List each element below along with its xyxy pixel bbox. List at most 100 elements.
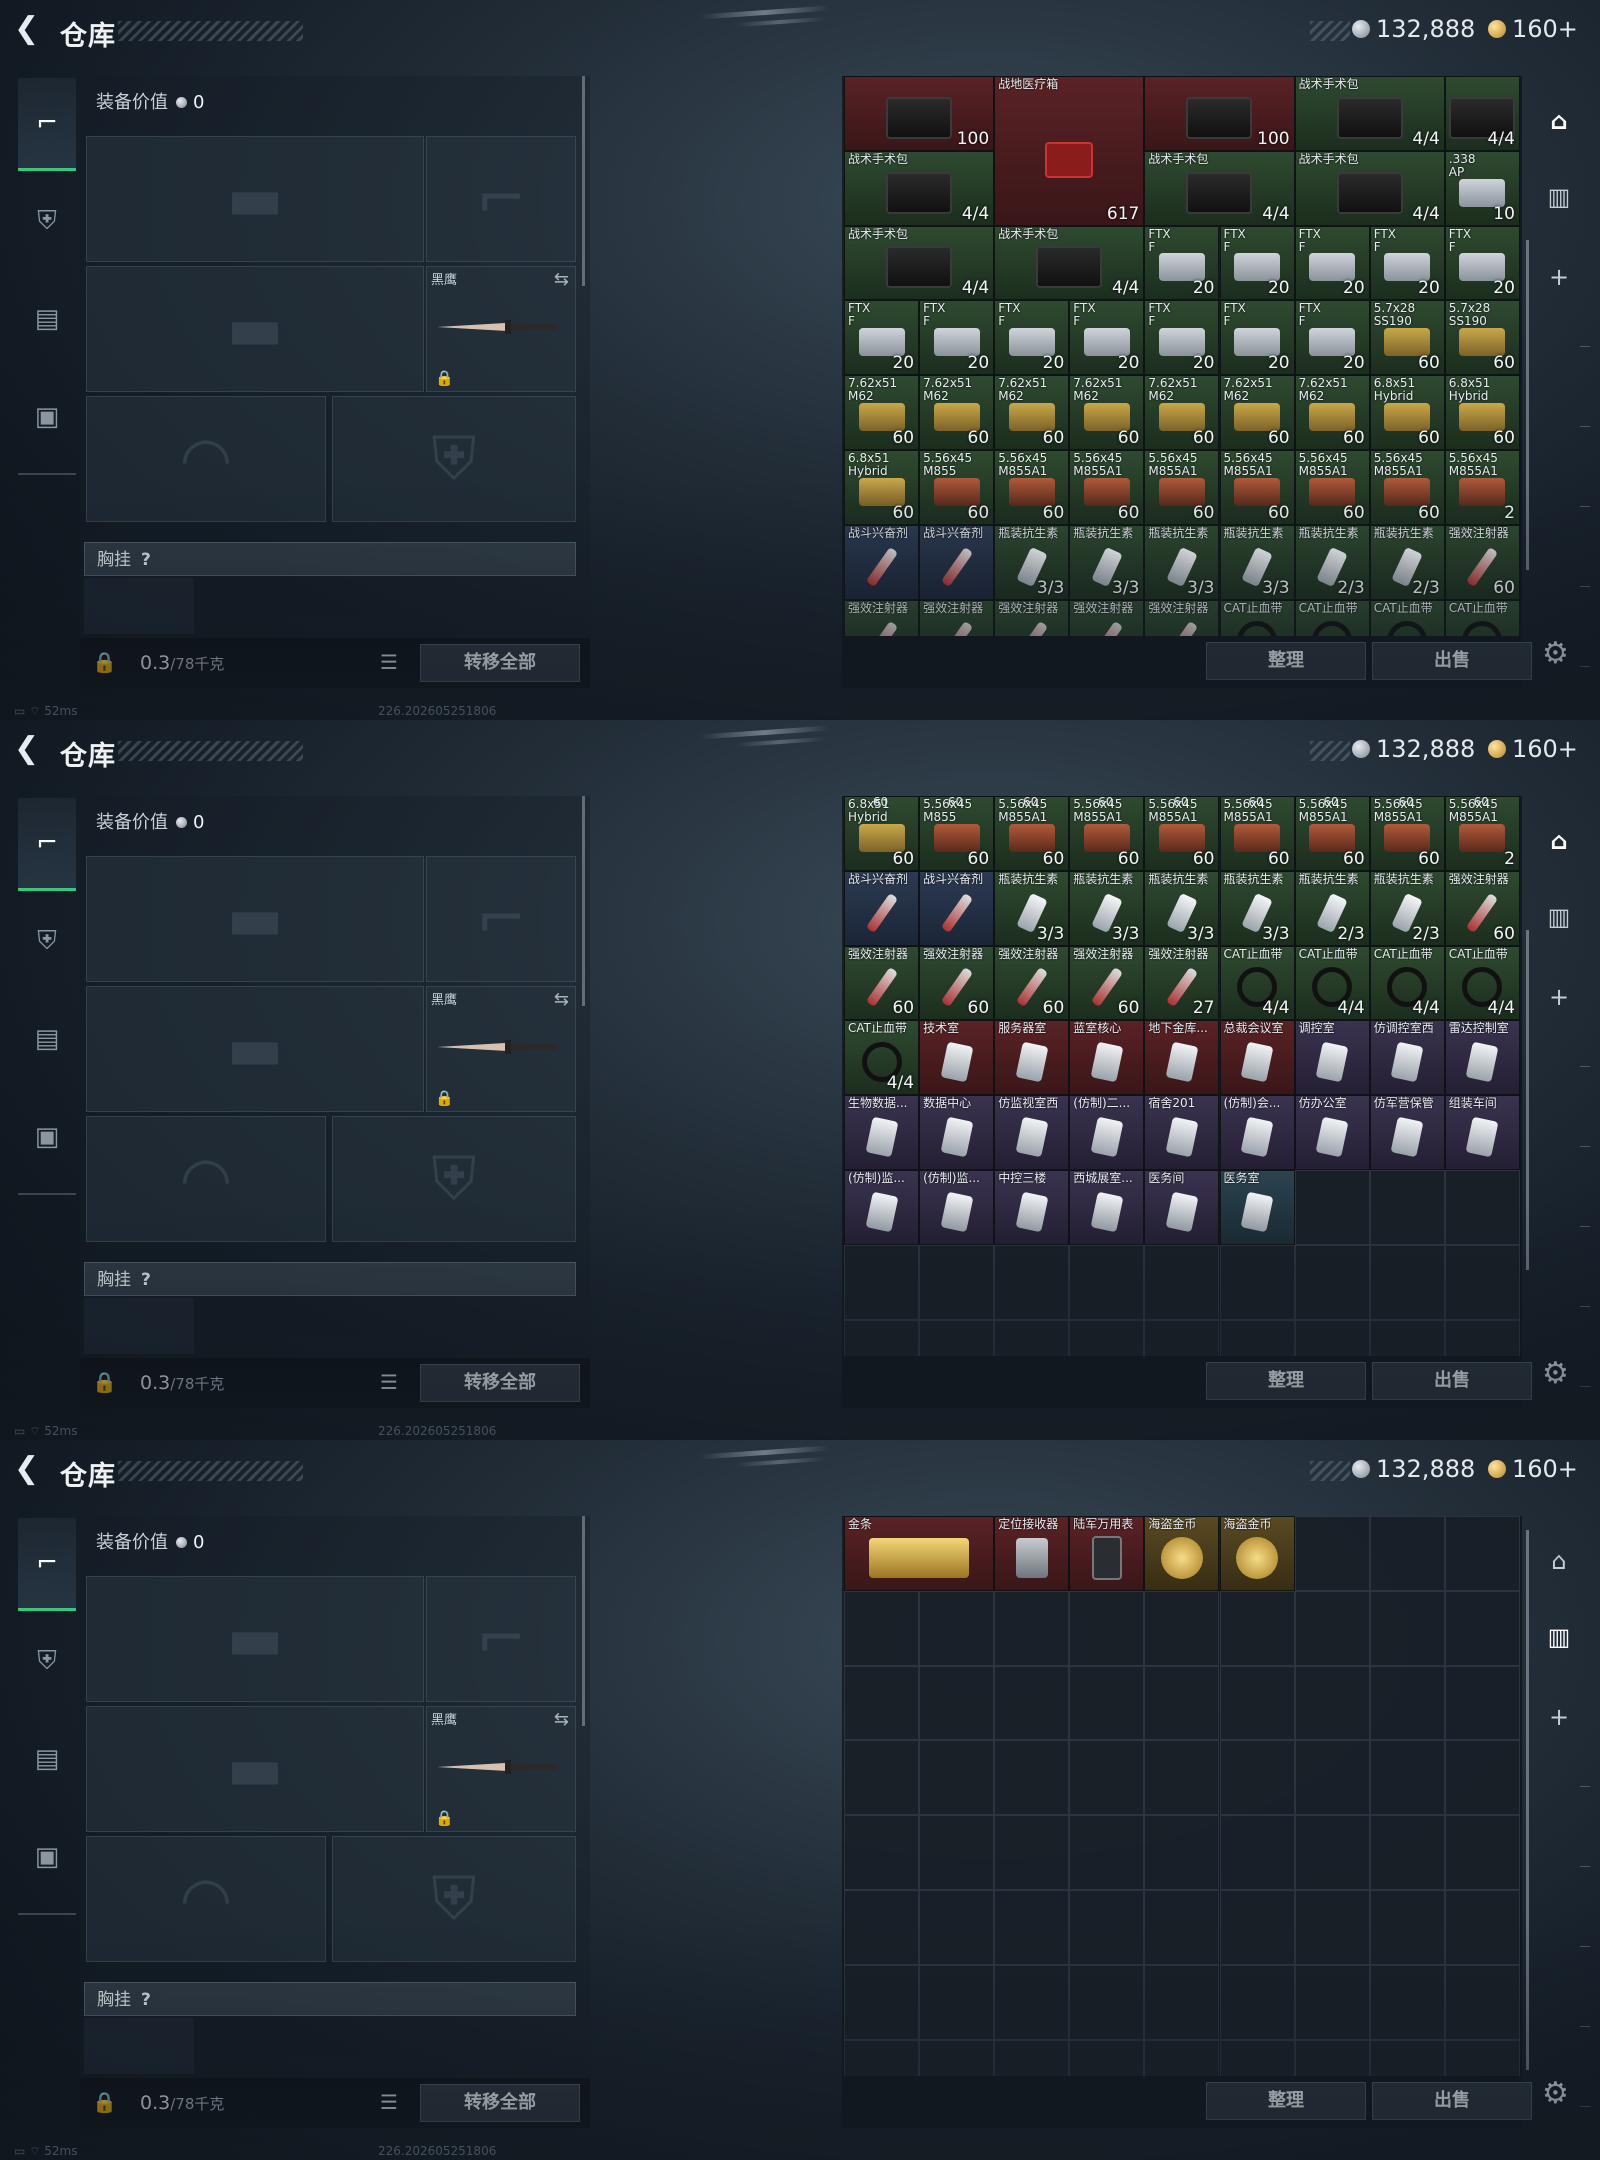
empty-grid-cell[interactable] <box>844 1590 920 1666</box>
empty-grid-cell[interactable] <box>1219 1590 1295 1666</box>
inventory-item[interactable]: 地下金库... <box>1144 1020 1220 1096</box>
primary-weapon-slot[interactable]: ▬ <box>86 136 424 262</box>
empty-grid-cell[interactable] <box>919 1890 995 1965</box>
empty-grid-cell[interactable] <box>919 1665 995 1741</box>
inventory-item[interactable]: 战地医疗箱 617 <box>994 76 1145 226</box>
inventory-item[interactable]: 海盗金币 <box>1219 1516 1295 1591</box>
sell-button[interactable]: 出售 <box>1372 1362 1532 1400</box>
add-page-tab[interactable]: + <box>1530 974 1588 1020</box>
empty-grid-cell[interactable] <box>844 1244 920 1320</box>
helmet-slot[interactable]: ◠ <box>86 1116 326 1242</box>
inventory-item[interactable]: 7.62x51 M62 60 <box>1069 375 1145 450</box>
empty-grid-cell[interactable] <box>1294 1319 1370 1356</box>
empty-grid-cell[interactable] <box>1369 1890 1445 1965</box>
chest-rig-slot[interactable] <box>84 1298 194 1354</box>
sort-button[interactable]: 整理 <box>1206 1362 1366 1400</box>
empty-grid-cell[interactable] <box>994 1665 1070 1741</box>
empty-grid-cell[interactable] <box>1144 2039 1220 2076</box>
settings-gear-icon[interactable]: ⚙ <box>1542 2076 1569 2111</box>
empty-grid-cell[interactable] <box>1444 2039 1520 2076</box>
list-icon[interactable]: ☰ <box>380 650 408 674</box>
help-icon[interactable]: ? <box>141 1983 151 2017</box>
inventory-item[interactable]: CAT止血带 4/4 <box>1219 945 1295 1021</box>
transfer-all-button[interactable]: 转移全部 <box>420 2084 580 2122</box>
empty-grid-cell[interactable] <box>1294 1740 1370 1816</box>
helmet-slot[interactable]: ◠ <box>86 396 326 522</box>
inventory-item[interactable]: FTX F 20 <box>994 300 1070 376</box>
inventory-item[interactable]: 战斗兴奋剂 <box>844 870 920 946</box>
add-page-tab[interactable]: + <box>1530 254 1588 300</box>
inventory-item[interactable]: (仿制)二... <box>1069 1095 1145 1170</box>
swap-icon[interactable]: ⇆ <box>554 1709 569 1730</box>
inventory-item[interactable]: FTX F 20 <box>1294 300 1370 376</box>
empty-grid-cell[interactable] <box>844 1890 920 1965</box>
empty-grid-cell[interactable] <box>919 1319 995 1356</box>
inventory-item[interactable]: 强效注射器 60 <box>994 945 1070 1021</box>
inventory-item[interactable]: FTX F 20 <box>1144 300 1220 376</box>
transfer-all-button[interactable]: 转移全部 <box>420 1364 580 1402</box>
inventory-item[interactable]: 强效注射器 <box>1069 599 1145 636</box>
empty-grid-cell[interactable] <box>1069 1964 1145 2040</box>
lock-icon[interactable]: 🔒 <box>92 1370 117 1394</box>
empty-grid-cell[interactable] <box>1369 1516 1445 1591</box>
inventory-item[interactable]: 6.8x51 Hybrid 60 <box>1369 375 1445 450</box>
inventory-item[interactable]: CAT止血带 4/4 <box>1369 945 1445 1021</box>
inventory-item[interactable]: 强效注射器 <box>919 599 995 636</box>
armor-slot[interactable]: ⛨ <box>332 396 576 522</box>
inventory-item[interactable]: 瓶装抗生素 3/3 <box>994 524 1070 600</box>
inventory-item[interactable]: CAT止血带 4/4 <box>844 1020 920 1096</box>
armor-slot[interactable]: ⛨ <box>332 1116 576 1242</box>
inventory-item[interactable]: 5.56x45 M855A1 60 60 <box>1294 796 1370 871</box>
empty-grid-cell[interactable] <box>994 1964 1070 2040</box>
inventory-item[interactable]: 强效注射器 60 <box>1444 870 1520 946</box>
gold-currency[interactable]: 160+ <box>1488 1454 1578 1484</box>
inventory-item[interactable]: 瓶装抗生素 3/3 <box>1144 870 1220 946</box>
empty-grid-cell[interactable] <box>1219 1665 1295 1741</box>
empty-grid-cell[interactable] <box>1219 1740 1295 1816</box>
inventory-item[interactable]: 5.7x28 SS190 60 <box>1369 300 1445 376</box>
empty-grid-cell[interactable] <box>1069 1319 1145 1356</box>
empty-grid-cell[interactable] <box>1294 1890 1370 1965</box>
empty-grid-cell[interactable] <box>844 2039 920 2076</box>
inventory-item[interactable]: 5.56x45 M855A1 60 60 <box>1069 796 1145 871</box>
inventory-item[interactable]: 强效注射器 <box>844 599 920 636</box>
empty-grid-cell[interactable] <box>1219 2039 1295 2076</box>
empty-grid-cell[interactable] <box>994 1590 1070 1666</box>
empty-grid-cell[interactable] <box>994 1815 1070 1890</box>
empty-grid-cell[interactable] <box>844 1665 920 1741</box>
sell-button[interactable]: 出售 <box>1372 642 1532 680</box>
chest-rig-slot[interactable] <box>84 578 194 634</box>
lock-icon[interactable]: 🔒 <box>92 2090 117 2114</box>
empty-grid-cell[interactable] <box>1219 1964 1295 2040</box>
inventory-item[interactable]: .338 AP 10 <box>1444 150 1520 226</box>
inventory-item[interactable]: 6.8x51 Hybrid 60 60 <box>844 796 920 871</box>
inventory-item[interactable]: 服务器室 <box>994 1020 1070 1096</box>
inventory-item[interactable]: 瓶装抗生素 2/3 <box>1294 524 1370 600</box>
nav-armor[interactable]: ⛨ <box>18 896 76 986</box>
inventory-item[interactable]: 6.8x51 Hybrid 60 <box>844 450 920 525</box>
empty-grid-cell[interactable] <box>1294 1516 1370 1591</box>
inventory-item[interactable]: 100 <box>1144 76 1295 151</box>
back-icon[interactable]: ❮ <box>14 14 44 44</box>
backpack-tab[interactable]: ⌂ <box>1530 818 1588 864</box>
empty-grid-cell[interactable] <box>1444 1740 1520 1816</box>
nav-armor[interactable]: ⛨ <box>18 176 76 266</box>
inventory-item[interactable]: 7.62x51 M62 60 <box>844 375 920 450</box>
inventory-item[interactable]: 5.56x45 M855A1 60 60 <box>1219 796 1295 871</box>
inventory-item[interactable]: 5.7x28 SS190 60 <box>1444 300 1520 376</box>
inventory-item[interactable]: CAT止血带 <box>1444 599 1520 636</box>
empty-grid-cell[interactable] <box>1294 2039 1370 2076</box>
inventory-item[interactable]: 5.56x45 M855A1 60 <box>1369 450 1445 525</box>
safe-tab[interactable]: ▥ <box>1530 1614 1588 1660</box>
sort-button[interactable]: 整理 <box>1206 2082 1366 2120</box>
empty-grid-cell[interactable] <box>1219 1815 1295 1890</box>
backpack-tab[interactable]: ⌂ <box>1530 1538 1588 1584</box>
empty-grid-cell[interactable] <box>1369 1590 1445 1666</box>
inventory-item[interactable]: 强效注射器 60 <box>1444 524 1520 600</box>
inventory-item[interactable]: 5.56x45 M855A1 60 <box>994 450 1070 525</box>
inventory-item[interactable]: 调控室 <box>1294 1020 1370 1096</box>
inventory-item[interactable]: 医务室 <box>1219 1170 1295 1245</box>
inventory-item[interactable]: 5.56x45 M855 60 60 <box>919 796 995 871</box>
back-icon[interactable]: ❮ <box>14 1454 44 1484</box>
inventory-item[interactable]: FTX F 20 <box>919 300 995 376</box>
